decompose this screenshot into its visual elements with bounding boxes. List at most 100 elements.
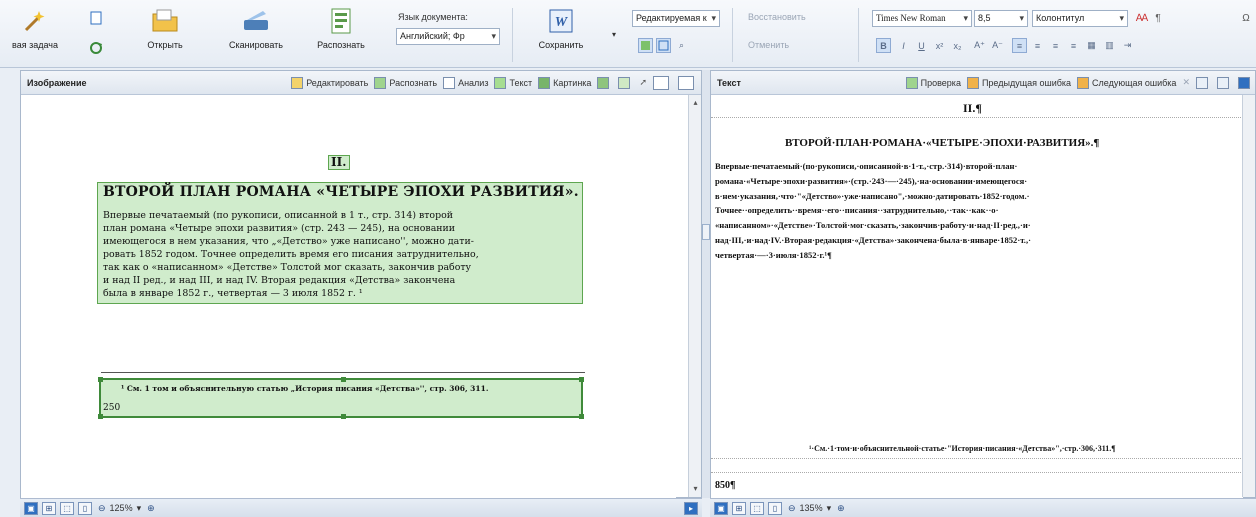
special-char-icon[interactable]: Ω xyxy=(1238,10,1254,26)
scroll-down-icon[interactable]: ▾ xyxy=(690,483,701,495)
text-line: так как о «написанном» «Детстве» Толстой… xyxy=(103,262,472,273)
image-scrollbar[interactable]: ▴ ▾ xyxy=(688,95,701,497)
view-green-icon[interactable] xyxy=(638,38,653,53)
finereader-window: вая задача Открыть Сканировать Распознат… xyxy=(0,0,1256,517)
font-family-select[interactable]: Times New Roman xyxy=(872,10,972,27)
doc-lang-select[interactable]: Английский; Фр xyxy=(396,28,500,45)
text-single-page-icon[interactable]: ▣ xyxy=(714,501,728,515)
text-page-number: II.¶ xyxy=(963,101,982,115)
text-body: Впервые·печатаемый·(по·рукописи,·описанн… xyxy=(715,159,1241,263)
indent-icon[interactable]: ⇥ xyxy=(1120,38,1135,53)
clear-format-icon[interactable]: Ꜳ xyxy=(1134,10,1150,26)
scan-button[interactable]: Сканировать xyxy=(224,6,288,50)
new-task-button[interactable]: вая задача xyxy=(2,6,68,50)
align-justify-icon[interactable]: ≡ xyxy=(1066,38,1081,53)
resize-handle[interactable] xyxy=(98,414,103,419)
align-center-icon[interactable]: ≡ xyxy=(1030,38,1045,53)
shrink-font-button[interactable]: A⁻ xyxy=(990,38,1005,53)
recognize-button[interactable]: Распознать xyxy=(314,6,368,50)
zoom-out-icon[interactable]: ⊖ xyxy=(98,503,106,514)
tool-text[interactable]: Текст xyxy=(494,76,532,89)
text-zoom-dropdown-icon[interactable]: ▾ xyxy=(827,503,832,514)
text-zoom-value[interactable]: 135% xyxy=(800,503,823,513)
underline-button[interactable]: U xyxy=(914,38,929,53)
text-fit-page-icon[interactable]: ▯ xyxy=(768,501,782,515)
save-dropdown-icon[interactable]: ▾ xyxy=(606,26,622,42)
image-zoom-value[interactable]: 125% xyxy=(110,503,133,513)
bold-button[interactable]: B xyxy=(876,38,891,53)
next-error-icon xyxy=(1077,76,1090,89)
tool-barcode[interactable] xyxy=(618,76,633,89)
resize-handle[interactable] xyxy=(579,414,584,419)
resize-handle[interactable] xyxy=(579,377,584,382)
next-error-button[interactable]: Следующая ошибка xyxy=(1077,76,1176,89)
spellcheck-button[interactable]: Проверка xyxy=(905,76,961,89)
divider xyxy=(732,8,733,62)
zoom-in-icon[interactable]: ⊕ xyxy=(147,503,155,514)
prev-error-button[interactable]: Предыдущая ошибка xyxy=(966,76,1071,89)
pilcrow-icon[interactable]: ¶ xyxy=(1150,10,1166,26)
view-search-icon[interactable]: ⌕ xyxy=(674,38,689,53)
table-icon[interactable]: ▦ xyxy=(1084,38,1099,53)
superscript-button[interactable]: x² xyxy=(932,38,947,53)
view-layout-icon[interactable] xyxy=(656,38,671,53)
tool-edit[interactable]: Редактировать xyxy=(291,76,368,89)
text-line: Точнее··определить··время··его··писания·… xyxy=(715,205,999,216)
text-fit-width-icon[interactable]: ⬚ xyxy=(750,501,764,515)
resize-handle[interactable] xyxy=(341,377,346,382)
text-page-number-bottom: 850¶ xyxy=(715,480,736,491)
fit-width-icon[interactable]: ⬚ xyxy=(60,501,74,515)
image-zoom-dropdown-icon[interactable]: ▾ xyxy=(137,503,142,514)
scanned-heading: ВТОРОЙ ПЛАН РОМАНА «ЧЕТЫРЕ ЭПОХИ РАЗВИТИ… xyxy=(103,184,579,200)
tool-frame-2[interactable] xyxy=(678,75,697,90)
font-size-select[interactable]: 8,5 xyxy=(974,10,1028,27)
cursor-icon: ➚ xyxy=(639,77,647,87)
align-left-icon[interactable]: ≡ xyxy=(1012,38,1027,53)
scroll-up-icon[interactable]: ▴ xyxy=(690,97,701,109)
page-icon xyxy=(1196,76,1208,89)
splitter-grip[interactable] xyxy=(702,224,710,240)
scanner-icon xyxy=(241,6,271,36)
recognize-label: Распознать xyxy=(317,40,365,50)
resize-handle[interactable] xyxy=(98,377,103,382)
text-grid-view-icon[interactable]: ⊞ xyxy=(732,501,746,515)
text-tool-b[interactable] xyxy=(1217,76,1232,89)
text-scrollbar[interactable] xyxy=(1242,95,1255,497)
image-scroll-right-icon[interactable]: ▸ xyxy=(684,501,698,515)
resize-handle[interactable] xyxy=(341,414,346,419)
text-zoom-in-icon[interactable]: ⊕ xyxy=(837,503,845,514)
tool-analyze[interactable]: Анализ xyxy=(443,76,488,89)
text-editor[interactable]: II.¶ ВТОРОЙ·ПЛАН·РОМАНА·«ЧЕТЫРЕ·ЭПОХИ·РА… xyxy=(711,96,1243,498)
cancel-button[interactable]: Отменить xyxy=(748,40,789,50)
tool-select[interactable]: ➚ xyxy=(639,77,647,88)
grow-font-button[interactable]: A⁺ xyxy=(972,38,987,53)
single-page-icon[interactable]: ▣ xyxy=(24,501,38,515)
text-area-icon xyxy=(494,76,507,89)
grid-view-icon[interactable]: ⊞ xyxy=(42,501,56,515)
tool-picture[interactable]: Картинка xyxy=(538,76,591,89)
save-button[interactable]: W Сохранить xyxy=(530,6,592,50)
mode-select[interactable]: Редактируемая к xyxy=(632,10,720,27)
style-select[interactable]: Колонтитул xyxy=(1032,10,1128,27)
text-zoom-out-icon[interactable]: ⊖ xyxy=(788,503,796,514)
edit-icon xyxy=(291,76,304,89)
restore-button[interactable]: Восстановить xyxy=(748,12,806,22)
new-document-icon[interactable] xyxy=(88,10,104,26)
refresh-icon[interactable] xyxy=(88,40,104,56)
tool-recognize[interactable]: Распознать xyxy=(374,76,437,89)
italic-button[interactable]: I xyxy=(896,38,911,53)
footer-area[interactable] xyxy=(711,472,1243,496)
text-tool-a[interactable] xyxy=(1196,76,1211,89)
pane-splitter[interactable] xyxy=(702,70,710,498)
columns-icon[interactable]: ▥ xyxy=(1102,38,1117,53)
scanned-body: Впервые печатаемый (по рукописи, описанн… xyxy=(103,209,579,300)
align-right-icon[interactable]: ≡ xyxy=(1048,38,1063,53)
open-button[interactable]: Открыть xyxy=(140,6,190,50)
fit-page-icon[interactable]: ▯ xyxy=(78,501,92,515)
scanned-page[interactable]: II. ВТОРОЙ ПЛАН РОМАНА «ЧЕТЫРЕ ЭПОХИ РАЗ… xyxy=(21,96,676,498)
tool-table[interactable] xyxy=(597,76,612,89)
subscript-button[interactable]: x₂ xyxy=(950,38,965,53)
tool-frame[interactable] xyxy=(653,75,672,90)
close-error-button[interactable]: ✕ xyxy=(1182,77,1190,88)
text-tool-c[interactable] xyxy=(1238,76,1253,89)
